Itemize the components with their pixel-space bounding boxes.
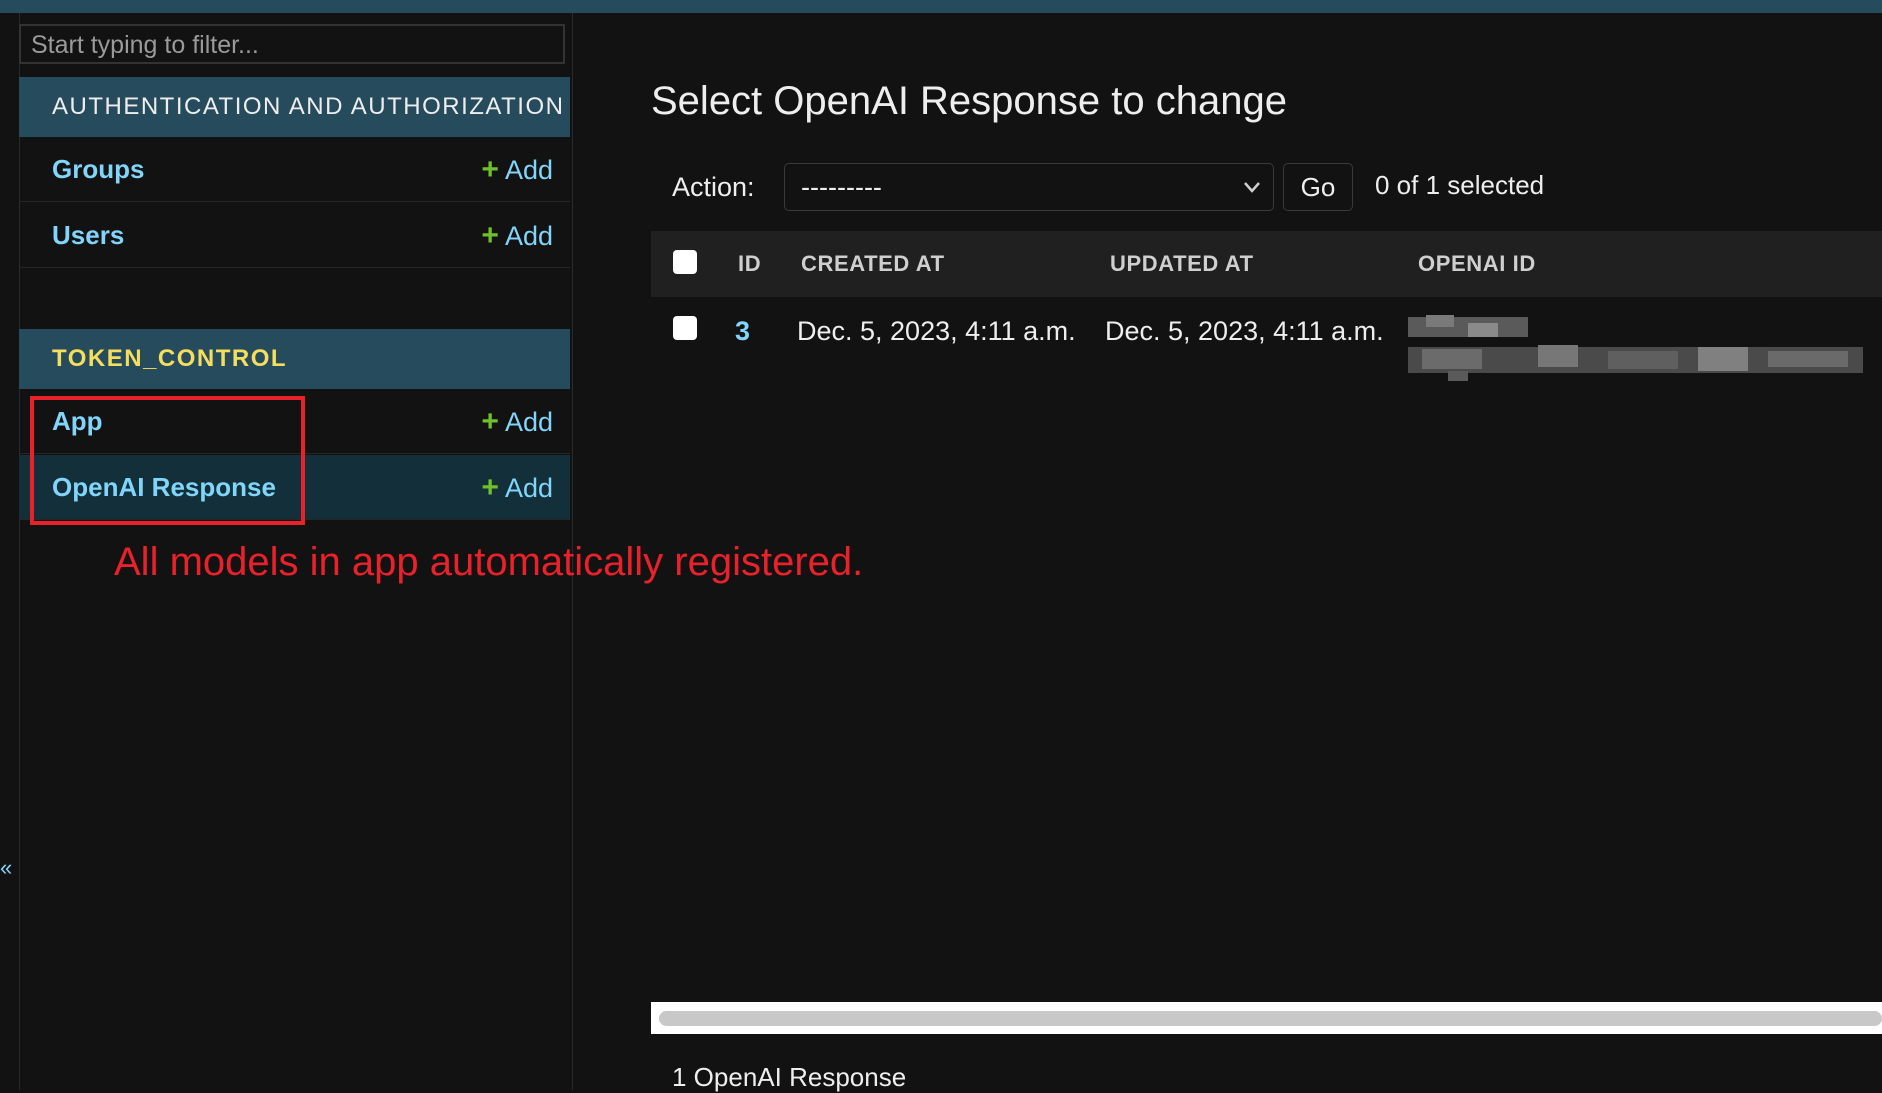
plus-icon: +	[481, 153, 499, 186]
add-label: Add	[504, 221, 553, 251]
plus-icon: +	[481, 471, 499, 504]
column-header-openai-id[interactable]: OPENAI ID	[1418, 231, 1536, 297]
openai-response-add-link[interactable]: + Add	[481, 455, 553, 521]
annotation-text: All models in app automatically register…	[114, 540, 864, 584]
action-select[interactable]: ---------	[784, 163, 1274, 211]
go-button[interactable]: Go	[1283, 163, 1353, 211]
users-link[interactable]: Users	[52, 220, 124, 250]
module-header-token-control[interactable]: TOKEN_CONTROL	[19, 329, 570, 389]
redacted-openai-id	[1408, 315, 1863, 381]
column-header-id[interactable]: ID	[738, 231, 761, 297]
add-label: Add	[504, 155, 553, 185]
plus-icon: +	[481, 219, 499, 252]
action-label: Action:	[672, 172, 755, 202]
column-header-updated-at[interactable]: UPDATED AT	[1110, 231, 1254, 297]
groups-link[interactable]: Groups	[52, 154, 144, 184]
sidebar-filter-input[interactable]: Start typing to filter...	[19, 24, 565, 64]
row-id-link[interactable]: 3	[735, 316, 750, 347]
plus-icon: +	[481, 405, 499, 438]
column-header-created-at[interactable]: CREATED AT	[801, 231, 945, 297]
sidebar-item-users: Users + Add	[19, 203, 570, 268]
sidebar-collapse-toggle[interactable]: «	[0, 855, 12, 881]
chevron-down-icon	[1243, 164, 1261, 226]
top-header-bar	[0, 0, 1882, 13]
select-all-checkbox[interactable]	[673, 250, 697, 274]
results-table-header: ID CREATED AT UPDATED AT OPENAI ID	[651, 231, 1882, 297]
groups-add-link[interactable]: + Add	[481, 137, 553, 203]
add-label: Add	[504, 407, 553, 437]
row-checkbox[interactable]	[673, 316, 697, 340]
app-add-link[interactable]: + Add	[481, 389, 553, 455]
users-add-link[interactable]: + Add	[481, 203, 553, 269]
page-title: Select OpenAI Response to change	[651, 78, 1287, 123]
paginator-count: 1 OpenAI Response	[672, 1062, 907, 1092]
row-updated-at: Dec. 5, 2023, 4:11 a.m.	[1105, 316, 1384, 346]
action-select-value: ---------	[801, 172, 882, 202]
selection-counter: 0 of 1 selected	[1375, 170, 1545, 200]
scrollbar-thumb[interactable]	[659, 1011, 1882, 1026]
row-created-at: Dec. 5, 2023, 4:11 a.m.	[797, 316, 1076, 346]
annotation-highlight-box	[30, 396, 305, 525]
sidebar-item-groups: Groups + Add	[19, 137, 570, 202]
module-header-auth[interactable]: AUTHENTICATION AND AUTHORIZATION	[19, 77, 570, 137]
add-label: Add	[504, 473, 553, 503]
